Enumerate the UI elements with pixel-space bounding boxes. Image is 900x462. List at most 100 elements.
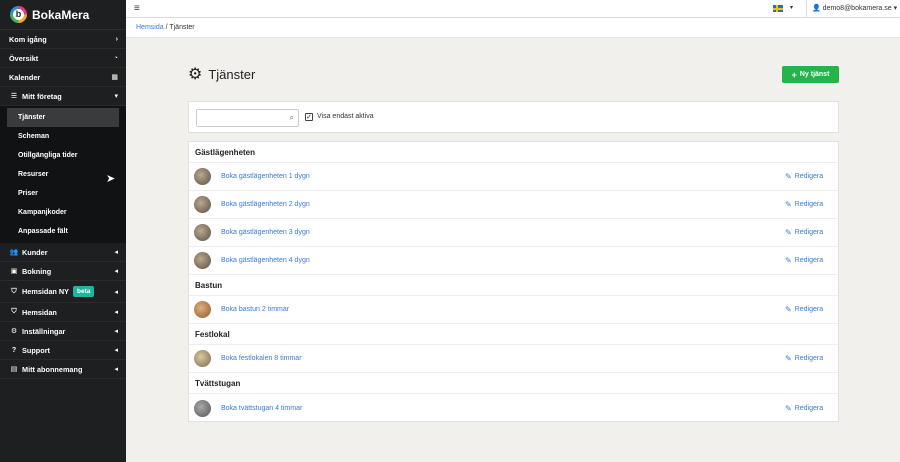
group-heading: Festlokal: [189, 324, 838, 345]
list-icon: ☰: [10, 93, 18, 100]
topbar-divider: [806, 0, 807, 18]
chevron-left-icon: ◂: [114, 309, 118, 316]
edit-icon: ✎: [785, 200, 792, 209]
user-email: demo8@bokamera.se: [822, 5, 892, 12]
dashboard-icon: ◔: [113, 54, 118, 62]
brand[interactable]: b BokaMera: [0, 0, 126, 30]
mouse-cursor-icon: ➤: [106, 173, 116, 185]
sidebar-subitem-priser[interactable]: Priser: [0, 184, 126, 203]
gear-icon: ⚙: [10, 328, 18, 335]
language-caret-icon[interactable]: ▾: [790, 4, 793, 11]
service-thumbnail: [194, 301, 211, 318]
sidebar-item-label: Kunder: [22, 247, 48, 257]
sidebar-item-label: Support: [22, 345, 50, 355]
group-heading: Gästlägenheten: [189, 142, 838, 163]
sidebar-item-kunder[interactable]: 👥 Kunder ◂: [0, 243, 126, 262]
sidebar-item-mitt-abonnemang[interactable]: ▤ Mitt abonnemang ◂: [0, 360, 126, 379]
search-box: ⌕: [196, 109, 299, 127]
sidebar-item-label: Hemsidan NY: [22, 287, 70, 296]
edit-label: Redigera: [794, 173, 824, 180]
service-link[interactable]: Boka gästlägenheten 4 dygn: [221, 257, 310, 264]
beta-badge: beta: [73, 286, 95, 297]
edit-button[interactable]: ✎ Redigera: [785, 172, 823, 181]
service-thumbnail: [194, 168, 211, 185]
list-item: Boka gästlägenheten 4 dygn ✎ Redigera: [189, 247, 838, 275]
group-heading: Tvättstugan: [189, 373, 838, 394]
sidebar-item-mitt-foretag[interactable]: ☰ Mitt företag ▾: [0, 87, 126, 106]
service-link[interactable]: Boka gästlägenheten 3 dygn: [221, 229, 310, 236]
edit-button[interactable]: ✎ Redigera: [785, 256, 823, 265]
group-heading: Bastun: [189, 275, 838, 296]
sidebar-item-hemsidan-ny[interactable]: ⛉ Hemsidan NY beta ◂: [0, 281, 126, 303]
sidebar-subitem-scheman[interactable]: Scheman: [0, 127, 126, 146]
chevron-left-icon: ◂: [114, 347, 118, 354]
user-menu[interactable]: 👤 demo8@bokamera.se ▾: [812, 4, 897, 12]
service-thumbnail: [194, 224, 211, 241]
user-icon: 👤: [812, 5, 823, 12]
edit-label: Redigera: [794, 201, 824, 208]
gears-icon: ⚙: [188, 66, 203, 83]
filter-panel: ⌕ ✓ Visa endast aktiva: [188, 101, 839, 133]
chevron-left-icon: ◂: [114, 249, 118, 256]
edit-button[interactable]: ✎ Redigera: [785, 200, 823, 209]
edit-label: Redigera: [794, 355, 824, 362]
service-thumbnail: [194, 399, 211, 417]
edit-label: Redigera: [794, 306, 824, 313]
sidebar-item-label: Hemsidan: [22, 307, 57, 317]
shield-icon: ⛉: [11, 287, 17, 295]
sidebar-item-oversikt[interactable]: Översikt ◔: [0, 49, 126, 68]
edit-button[interactable]: ✎ Redigera: [785, 305, 823, 314]
edit-label: Redigera: [794, 404, 824, 412]
search-icon[interactable]: ⌕: [290, 113, 294, 123]
active-only-checkbox[interactable]: ✓: [305, 113, 313, 121]
sidebar-item-kom-igang[interactable]: Kom igång ›: [0, 30, 126, 49]
list-item: Boka bastun 2 timmar ✎ Redigera: [189, 296, 838, 324]
sidebar-item-bokning[interactable]: ▣ Bokning ◂: [0, 262, 126, 281]
topbar: ≡ ▾ 👤 demo8@bokamera.se ▾: [126, 0, 900, 18]
breadcrumb: Hemsida / Tjänster: [126, 18, 900, 38]
service-thumbnail: [194, 350, 211, 367]
list-item: Boka gästlägenheten 1 dygn ✎ Redigera: [189, 163, 838, 191]
sidebar-subitem-anpassade-falt[interactable]: Anpassade fält: [0, 222, 126, 241]
swedish-flag-icon[interactable]: [773, 5, 783, 12]
sidebar-item-label: Mitt företag: [22, 91, 62, 101]
sidebar: b BokaMera Kom igång › Översikt ◔ Kalend…: [0, 0, 126, 462]
logo-letter: b: [13, 9, 24, 20]
service-link[interactable]: Boka gästlägenheten 2 dygn: [221, 201, 310, 208]
page-header: ⚙ Tjänster: [188, 64, 255, 84]
page-title: Tjänster: [208, 66, 256, 82]
service-link[interactable]: Boka bastun 2 timmar: [221, 306, 289, 313]
edit-button[interactable]: ✎ Redigera: [785, 404, 823, 413]
service-link[interactable]: Boka gästlägenheten 1 dygn: [221, 173, 310, 180]
list-item: Boka gästlägenheten 2 dygn ✎ Redigera: [189, 191, 838, 219]
edit-icon: ✎: [785, 403, 792, 413]
plus-icon: +: [791, 69, 797, 80]
sidebar-item-installningar[interactable]: ⚙ Inställningar ◂: [0, 322, 126, 341]
search-input[interactable]: [197, 110, 282, 126]
new-service-label: Ny tjänst: [799, 71, 830, 78]
calendar-icon: ▦: [111, 74, 118, 81]
subscription-icon: ▤: [10, 366, 18, 373]
service-link[interactable]: Boka festlokalen 8 timmar: [221, 355, 302, 362]
sidebar-item-support[interactable]: ? Support ◂: [0, 341, 126, 360]
breadcrumb-home-link[interactable]: Hemsida: [136, 24, 164, 31]
question-icon: ?: [11, 346, 17, 354]
booking-icon: ▣: [10, 268, 18, 275]
edit-button[interactable]: ✎ Redigera: [785, 228, 823, 237]
sidebar-subitem-otillgangliga-tider[interactable]: Otillgängliga tider: [0, 146, 126, 165]
sidebar-item-label: Översikt: [9, 53, 39, 63]
service-link[interactable]: Boka tvättstugan 4 timmar: [221, 405, 302, 412]
service-thumbnail: [194, 252, 211, 269]
chevron-left-icon: ◂: [114, 268, 118, 275]
sidebar-subitem-tjanster[interactable]: Tjänster: [7, 108, 119, 127]
sidebar-item-label: Mitt abonnemang: [22, 364, 83, 374]
sidebar-item-kalender[interactable]: Kalender ▦: [0, 68, 126, 87]
edit-icon: ✎: [785, 256, 792, 265]
sidebar-item-hemsidan[interactable]: ⛉ Hemsidan ◂: [0, 303, 126, 322]
hamburger-menu-icon[interactable]: ≡: [134, 3, 140, 14]
edit-button[interactable]: ✎ Redigera: [785, 354, 823, 363]
breadcrumb-current: Tjänster: [169, 24, 195, 31]
sidebar-item-label: Kom igång: [9, 34, 47, 44]
new-service-button[interactable]: + Ny tjänst: [782, 66, 839, 83]
sidebar-subitem-kampanjkoder[interactable]: Kampanjkoder: [0, 203, 126, 222]
